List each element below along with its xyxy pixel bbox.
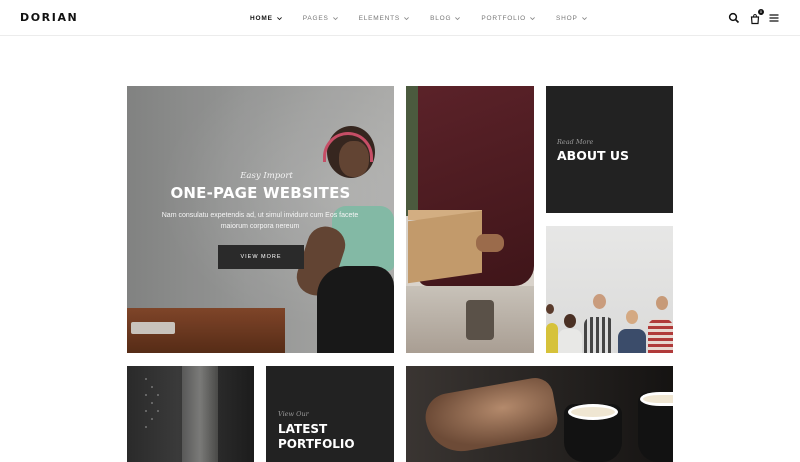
search-icon[interactable] [728,12,740,24]
nav-item-blog[interactable]: BLOG [430,15,461,22]
team-member-head [546,304,554,314]
image-dot [145,426,147,428]
image-dot [151,402,153,404]
image-dot [145,378,147,380]
nav-item-elements[interactable]: ELEMENTS [359,15,410,22]
team-member [546,323,558,353]
chevron-down-icon [404,16,409,20]
portfolio-title-line: PORTFOLIO [278,437,355,451]
cart-count-badge: 0 [758,9,764,15]
portfolio-title: LATEST PORTFOLIO [278,422,355,452]
image-coffee [568,404,618,420]
image-window [182,366,218,462]
image-hand [476,234,504,252]
portfolio-tile[interactable]: View Our LATEST PORTFOLIO [266,366,394,462]
image-dot [157,394,159,396]
nav-item-label: HOME [250,14,273,22]
image-dot [157,410,159,412]
chevron-down-icon [581,16,587,20]
chevron-down-icon [455,16,461,20]
about-us-tile[interactable]: Read More ABOUT US [546,86,673,213]
chevron-down-icon [332,16,338,20]
team-image-tile[interactable] [546,226,673,353]
about-title: ABOUT US [557,148,630,163]
image-dot [145,394,147,396]
portfolio-title-line: LATEST [278,422,328,436]
nav-item-home[interactable]: HOME [250,15,283,22]
nav-item-shop[interactable]: SHOP [556,15,588,22]
coffee-image-tile[interactable] [406,366,673,462]
image-dot [151,418,153,420]
hero-kicker: Easy Import [240,171,293,181]
hero-description: Nam consulatu expetendis ad, ut simul in… [161,212,359,230]
nav-item-pages[interactable]: PAGES [303,15,339,22]
nav-item-portfolio[interactable]: PORTFOLIO [481,15,536,22]
menu-icon[interactable] [768,12,780,24]
team-member-head [626,310,638,324]
nav-item-label: BLOG [430,14,452,22]
image-dot [151,386,153,388]
view-more-button[interactable]: VIEW MORE [218,245,304,269]
team-member-head [564,314,576,328]
team-member-head [656,296,668,310]
portfolio-kicker: View Our [278,410,309,418]
team-member-head [593,294,606,309]
image-box [408,210,482,284]
main-nav: HOME PAGES ELEMENTS BLOG PORTFOLIO SHOP [250,0,608,36]
team-member [558,329,582,353]
site-logo[interactable]: DORIAN [20,11,78,24]
architecture-image-tile[interactable] [127,366,254,462]
image-coffee [640,392,673,406]
image-hand [421,375,561,457]
team-member [618,329,646,353]
about-kicker: Read More [557,138,594,146]
site-header: DORIAN HOME PAGES ELEMENTS BLOG PORTFOLI… [0,0,800,36]
cart-button[interactable]: 0 [749,9,764,25]
team-member [648,319,673,353]
nav-item-label: PAGES [302,14,329,22]
chevron-down-icon [530,16,535,20]
nav-item-label: ELEMENTS [358,14,401,22]
image-dot [145,410,147,412]
nav-item-label: PORTFOLIO [481,14,526,22]
delivery-image-tile[interactable] [406,86,534,353]
image-jar [466,300,494,340]
chevron-down-icon [276,16,282,20]
nav-item-label: SHOP [555,14,578,22]
hero-title: ONE-PAGE WEBSITES [170,184,351,202]
team-member [584,317,614,353]
hero-tile: Easy Import ONE-PAGE WEBSITES Nam consul… [127,86,394,353]
